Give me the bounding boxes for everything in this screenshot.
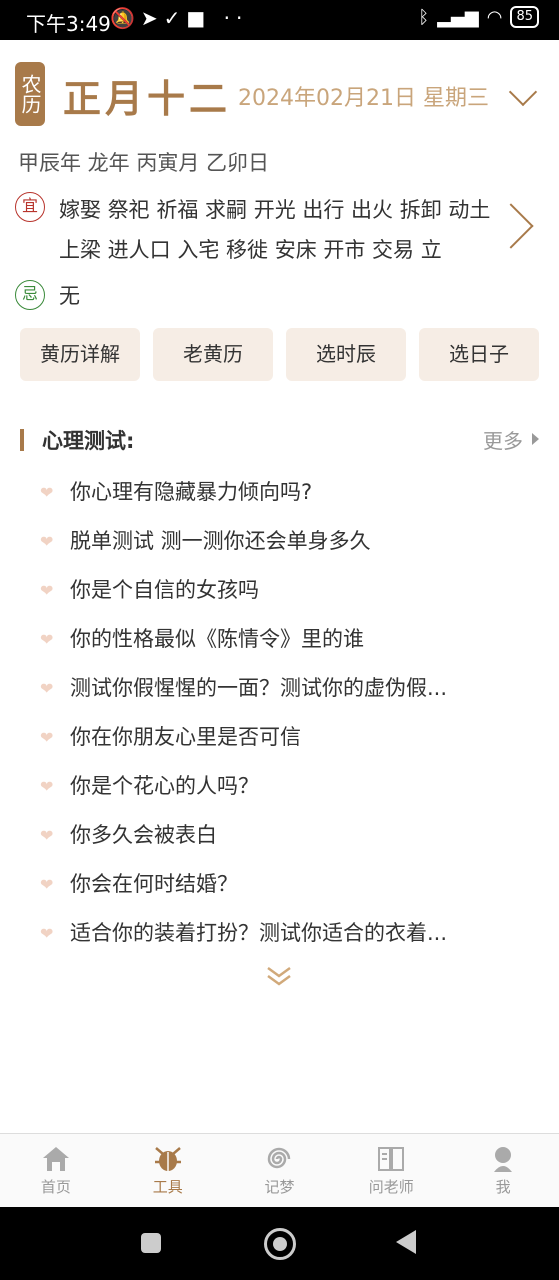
list-item[interactable]: ❤ 测试你假惺惺的一面？测试你的虚伪假... (40, 664, 520, 713)
bottom-tab-bar: 首页 工具 记梦 问老师 我 (0, 1133, 559, 1208)
more-link[interactable]: 更多 (483, 425, 523, 454)
tab-label: 问老师 (368, 1178, 414, 1196)
system-nav-bar (0, 1207, 559, 1280)
recents-button[interactable] (141, 1233, 161, 1253)
signal-icon: ▂▄▆ (437, 6, 479, 28)
yi-icon: 宜 (15, 192, 45, 222)
list-item[interactable]: ❤ 你的性格最似《陈情令》里的谁 (40, 615, 520, 664)
ji-icon: 忌 (15, 280, 45, 310)
heart-icon: ❤ (40, 924, 54, 943)
heart-icon: ❤ (40, 483, 54, 502)
chevron-down-icon[interactable] (508, 77, 538, 107)
triangle-right-icon[interactable] (532, 433, 539, 445)
tab-tools[interactable]: 工具 (112, 1134, 224, 1208)
heart-icon: ❤ (40, 826, 54, 845)
tab-me[interactable]: 我 (447, 1134, 559, 1208)
psych-test-header: 心理测试: 更多 (20, 425, 539, 455)
double-chevron-down-icon[interactable] (264, 962, 294, 992)
notification-icons: 🔕➤✓■ ·· (110, 6, 249, 30)
ji-text: 无 (59, 284, 80, 308)
section-bar (20, 429, 24, 451)
ganzhi-text: 甲辰年 龙年 丙寅月 乙卯日 (18, 151, 270, 175)
bug-tool-icon (154, 1147, 181, 1171)
heart-icon: ❤ (40, 777, 54, 796)
home-button[interactable] (264, 1228, 296, 1260)
list-item[interactable]: ❤ 你是个自信的女孩吗 (40, 566, 520, 615)
tab-dreams[interactable]: 记梦 (224, 1134, 336, 1208)
tab-ask-teacher[interactable]: 问老师 (335, 1134, 447, 1208)
yi-text: 嫁娶 祭祀 祈福 求嗣 开光 出行 出火 拆卸 动土 上梁 进人口 入宅 移徙 … (59, 198, 491, 262)
test-list: ❤ 你心理有隐藏暴力倾向吗? ❤ 脱单测试 测一测你还会单身多久 ❤ 你是个自信的女孩… (40, 468, 520, 958)
battery-icon: 85 (510, 6, 539, 28)
heart-icon: ❤ (40, 630, 54, 649)
system-icons: ᛒ ▂▄▆ ◠ 85 (418, 6, 539, 28)
section-title: 心理测试: (42, 429, 135, 453)
house-icon (42, 1147, 69, 1171)
tab-label: 工具 (152, 1178, 183, 1196)
back-button[interactable] (396, 1230, 416, 1254)
list-item[interactable]: ❤ 脱单测试 测一测你还会单身多久 (40, 517, 520, 566)
choose-hour-button[interactable]: 选时辰 (286, 328, 406, 381)
lunar-date: 正月十二 (63, 77, 232, 121)
list-item[interactable]: ❤ 你多久会被表白 (40, 811, 520, 860)
list-item[interactable]: ❤ 适合你的装着打扮？测试你适合的衣着... (40, 909, 520, 958)
heart-icon: ❤ (40, 679, 54, 698)
almanac-buttons: 黄历详解 老黄历 选时辰 选日子 (20, 328, 539, 381)
solar-date: 2024年02月21日 星期三 (238, 86, 489, 111)
status-bar: 下午3:49 🔕➤✓■ ·· ᛒ ▂▄▆ ◠ 85 (0, 0, 559, 40)
spiral-icon (268, 1147, 291, 1169)
list-item[interactable]: ❤ 你在你朋友心里是否可信 (40, 713, 520, 762)
person-icon (494, 1147, 513, 1172)
lunar-badge: 农历 (15, 62, 45, 126)
almanac-detail-button[interactable]: 黄历详解 (20, 328, 140, 381)
tab-label: 首页 (40, 1178, 71, 1196)
tab-home[interactable]: 首页 (0, 1134, 112, 1208)
bluetooth-icon: ᛒ (418, 6, 430, 28)
book-icon (378, 1147, 405, 1171)
list-item[interactable]: ❤ 你是个花心的人吗？ (40, 762, 520, 811)
list-item[interactable]: ❤ 你会在何时结婚？ (40, 860, 520, 909)
list-item[interactable]: ❤ 你心理有隐藏暴力倾向吗? (40, 468, 520, 517)
heart-icon: ❤ (40, 532, 54, 551)
choose-day-button[interactable]: 选日子 (419, 328, 539, 381)
tab-label: 我 (495, 1178, 511, 1196)
heart-icon: ❤ (40, 581, 54, 600)
heart-icon: ❤ (40, 875, 54, 894)
status-time: 下午3:49 (26, 12, 111, 36)
wifi-icon: ◠ (486, 6, 503, 28)
tab-label: 记梦 (264, 1178, 295, 1196)
heart-icon: ❤ (40, 728, 54, 747)
calendar-header[interactable]: 农历 正月十二 2024年02月21日 星期三 (15, 60, 545, 130)
old-almanac-button[interactable]: 老黄历 (153, 328, 273, 381)
